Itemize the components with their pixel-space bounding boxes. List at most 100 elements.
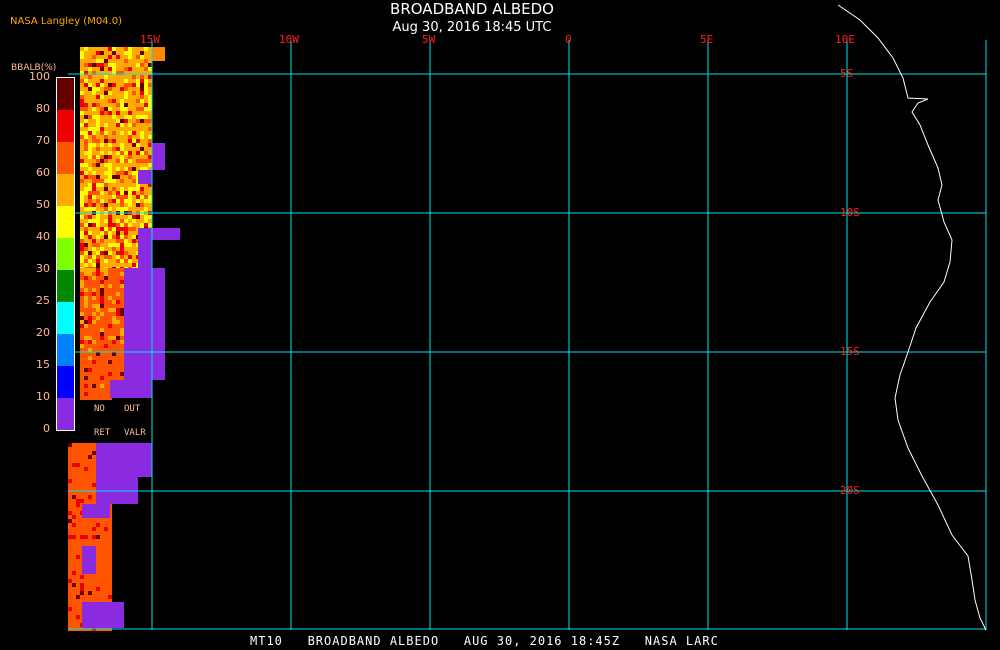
swath-pixel	[140, 63, 144, 67]
swath-pixel	[88, 143, 92, 147]
swath-pixel	[72, 611, 76, 615]
swath-pixel	[96, 219, 100, 223]
swath-pixel	[96, 304, 100, 308]
swath-pixel	[88, 235, 92, 239]
swath-pixel	[84, 111, 88, 115]
swath-pixel	[80, 336, 84, 340]
swath-pixel	[112, 187, 116, 191]
swath-pixel	[116, 376, 120, 380]
swath-pixel	[84, 83, 88, 87]
swath-pixel	[96, 207, 100, 211]
swath-pixel	[88, 231, 92, 235]
swath-pixel	[80, 579, 84, 583]
swath-pixel	[116, 207, 120, 211]
swath-pixel	[88, 115, 92, 119]
swath-pixel	[88, 280, 92, 284]
swath-pixel	[68, 511, 72, 515]
swath-pixel	[108, 131, 112, 135]
swath-pixel	[108, 143, 112, 147]
swath-pixel	[88, 263, 92, 267]
swath-pixel	[80, 288, 84, 292]
swath-pixel	[104, 195, 108, 199]
swath-pixel	[112, 296, 116, 300]
swath-pixel	[104, 280, 108, 284]
swath-pixel	[96, 171, 100, 175]
swath-pixel	[136, 63, 140, 67]
swath-pixel	[104, 328, 108, 332]
swath-pixel	[88, 595, 92, 599]
swath-pixel	[76, 571, 80, 575]
swath-pixel	[144, 155, 148, 159]
swath-pixel	[112, 300, 116, 304]
swath-pixel	[84, 384, 88, 388]
swath-pixel	[80, 151, 84, 155]
swath-pixel	[116, 103, 120, 107]
swath-pixel	[124, 207, 128, 211]
swath-pixel	[80, 91, 84, 95]
swath-pixel	[96, 336, 100, 340]
swath-pixel	[88, 300, 92, 304]
swath-pixel	[100, 571, 104, 575]
swath-pixel	[80, 467, 84, 471]
swath-pixel	[148, 119, 152, 123]
swath-pixel	[120, 304, 124, 308]
swath-pixel	[88, 107, 92, 111]
swath-pixel	[132, 131, 136, 135]
swath-pixel	[108, 75, 112, 79]
swath-pixel	[112, 247, 116, 251]
swath-pixel	[108, 203, 112, 207]
swath-pixel	[136, 155, 140, 159]
swath-pixel	[84, 396, 88, 400]
swath-pixel	[112, 191, 116, 195]
swath-pixel	[120, 231, 124, 235]
swath-pixel	[88, 372, 92, 376]
swath-pixel	[112, 227, 116, 231]
swath-pixel	[92, 527, 96, 531]
swath-pixel	[96, 55, 100, 59]
swath-pixel	[72, 535, 76, 539]
swath-pixel	[132, 155, 136, 159]
swath-pixel	[68, 483, 72, 487]
swath-pixel	[96, 595, 100, 599]
swath-pixel	[100, 587, 104, 591]
swath-pixel	[88, 199, 92, 203]
swath-pixel	[92, 59, 96, 63]
swath-pixel	[92, 587, 96, 591]
swath-pixel	[88, 131, 92, 135]
swath-pixel	[92, 535, 96, 539]
swath-pixel	[72, 583, 76, 587]
swath-pixel	[116, 91, 120, 95]
swath-pixel	[96, 167, 100, 171]
swath-pixel	[124, 167, 128, 171]
swath-pixel	[148, 207, 152, 211]
swath-pixel	[144, 115, 148, 119]
swath-pixel	[148, 51, 152, 55]
swath-pixel	[108, 368, 112, 372]
swath-pixel	[76, 467, 80, 471]
swath-pixel	[88, 296, 92, 300]
swath-pixel	[84, 55, 88, 59]
swath-pixel	[96, 135, 100, 139]
swath-pixel	[116, 340, 120, 344]
swath-pixel	[80, 247, 84, 251]
swath-pixel	[92, 583, 96, 587]
swath-pixel	[124, 203, 128, 207]
swath-pixel	[104, 551, 108, 555]
swath-pixel	[120, 344, 124, 348]
swath-pixel	[136, 67, 140, 71]
swath-pixel	[124, 243, 128, 247]
swath-pixel	[120, 99, 124, 103]
swath-pixel	[108, 199, 112, 203]
swath-pixel	[80, 332, 84, 336]
swath-pixel	[104, 155, 108, 159]
swath-pixel	[112, 255, 116, 259]
swath-pixel	[132, 247, 136, 251]
swath-pixel	[148, 223, 152, 227]
swath-pixel	[100, 575, 104, 579]
swath-pixel	[84, 91, 88, 95]
no-ret-label-2: RET	[94, 428, 111, 438]
swath-pixel	[80, 263, 84, 267]
swath-pixel	[124, 99, 128, 103]
swath-pixel	[92, 75, 96, 79]
swath-pixel	[88, 467, 92, 471]
